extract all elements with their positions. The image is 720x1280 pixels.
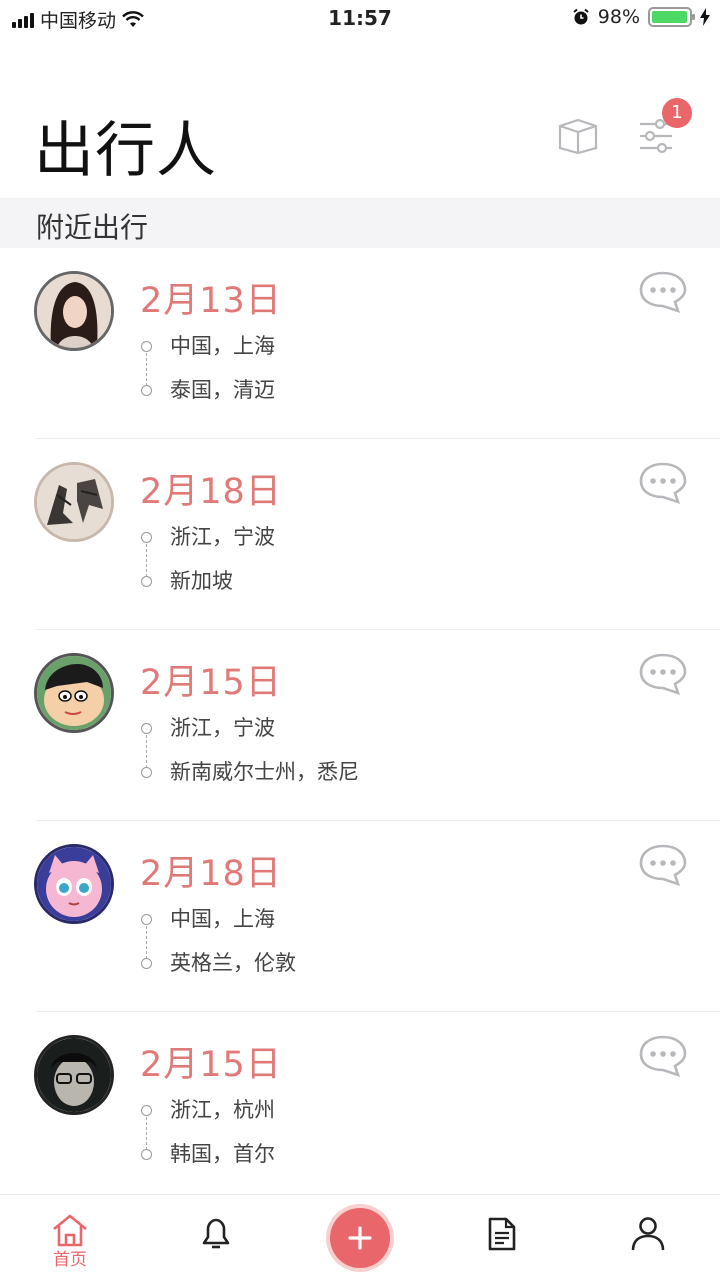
trip-date: 2月18日 xyxy=(140,472,282,512)
trip-route: 浙江，杭州 韩国，首尔 xyxy=(140,1094,275,1182)
chat-icon[interactable] xyxy=(638,1034,688,1078)
chat-icon[interactable] xyxy=(638,270,688,314)
trip-item[interactable]: 2月15日 浙江，杭州 韩国，首尔 xyxy=(0,1012,720,1203)
trip-route: 浙江，宁波 新南威尔士州，悉尼 xyxy=(140,712,359,800)
route-destination: 新加坡 xyxy=(140,565,275,609)
chat-icon[interactable] xyxy=(638,843,688,887)
route-origin: 中国，上海 xyxy=(140,330,275,374)
trip-date: 2月13日 xyxy=(140,281,282,321)
bell-icon xyxy=(202,1218,230,1249)
trip-item[interactable]: 2月18日 中国，上海 英格兰，伦敦 xyxy=(0,821,720,1012)
section-title: 附近出行 xyxy=(36,211,149,244)
add-button[interactable] xyxy=(330,1208,390,1268)
avatar[interactable] xyxy=(34,653,114,733)
tab-profile[interactable] xyxy=(608,1195,688,1280)
tab-home-label: 首页 xyxy=(53,1250,87,1270)
trip-date: 2月15日 xyxy=(140,663,282,703)
trip-item[interactable]: 2月13日 中国，上海 泰国，清迈 xyxy=(0,248,720,439)
avatar[interactable] xyxy=(34,1035,114,1115)
avatar[interactable] xyxy=(34,462,114,542)
trip-route: 中国，上海 英格兰，伦敦 xyxy=(140,903,296,991)
trip-date: 2月18日 xyxy=(140,854,282,894)
document-icon xyxy=(488,1217,516,1251)
battery-percent: 98% xyxy=(597,6,640,28)
tab-documents[interactable] xyxy=(462,1195,542,1280)
chat-icon[interactable] xyxy=(638,461,688,505)
route-destination: 英格兰，伦敦 xyxy=(140,947,296,991)
trip-route: 中国，上海 泰国，清迈 xyxy=(140,330,275,418)
trip-item[interactable]: 2月15日 浙江，宁波 新南威尔士州，悉尼 xyxy=(0,630,720,821)
route-origin: 浙江，宁波 xyxy=(140,521,275,565)
trip-route: 浙江，宁波 新加坡 xyxy=(140,521,275,609)
page-title: 出行人 xyxy=(34,116,217,186)
route-destination: 泰国，清迈 xyxy=(140,374,275,418)
status-bar: 中国移动 11:57 98% xyxy=(0,0,720,40)
alarm-icon xyxy=(573,8,589,25)
charging-icon xyxy=(700,8,710,26)
chat-icon[interactable] xyxy=(638,652,688,696)
battery-icon xyxy=(648,7,695,27)
route-destination: 新南威尔士州，悉尼 xyxy=(140,756,359,800)
trip-date: 2月15日 xyxy=(140,1045,282,1085)
route-origin: 浙江，杭州 xyxy=(140,1094,275,1138)
route-destination: 韩国，首尔 xyxy=(140,1138,275,1182)
trip-item[interactable]: 2月18日 浙江，宁波 新加坡 xyxy=(0,439,720,630)
avatar[interactable] xyxy=(34,271,114,351)
box-icon[interactable] xyxy=(556,118,600,154)
status-right: 98% xyxy=(572,6,710,28)
tab-home[interactable]: 首页 xyxy=(30,1195,110,1280)
route-origin: 浙江，宁波 xyxy=(140,712,359,756)
section-header: 附近出行 xyxy=(0,198,720,248)
filter-badge: 1 xyxy=(662,98,692,128)
trip-list: 2月13日 中国，上海 泰国，清迈 2月18日 浙江，宁波 新加坡 2月15日 … xyxy=(0,248,720,1203)
tab-notifications[interactable] xyxy=(176,1195,256,1280)
add-icon xyxy=(348,1226,372,1250)
avatar[interactable] xyxy=(34,844,114,924)
route-origin: 中国，上海 xyxy=(140,903,296,947)
home-icon xyxy=(53,1214,87,1247)
profile-icon xyxy=(631,1217,665,1251)
